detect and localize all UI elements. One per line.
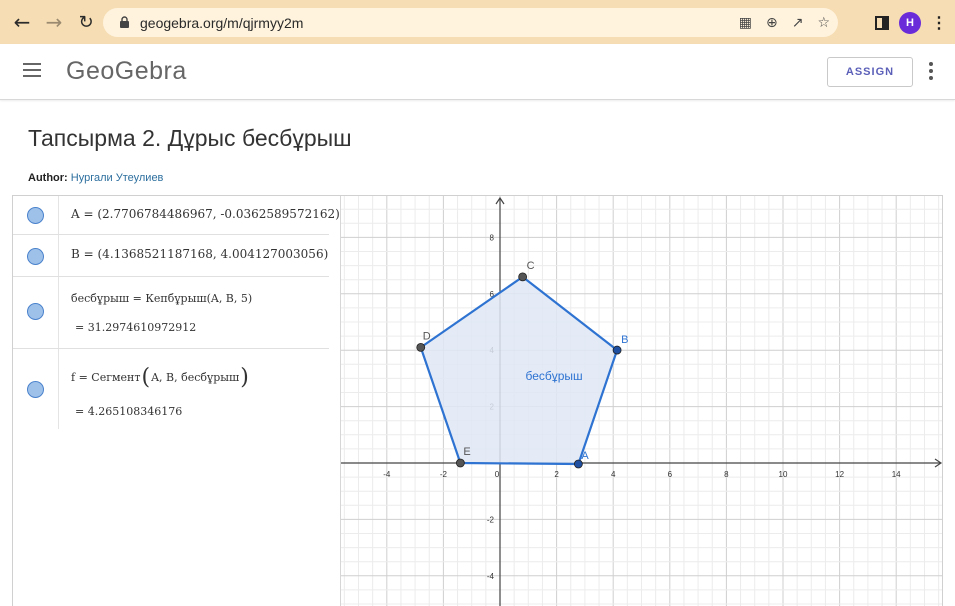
point-D: [416, 342, 426, 352]
definition-f[interactable]: f = Сегмент ( A, B, бесбұрыш ): [71, 365, 249, 390]
x-tick-label: -4: [383, 470, 391, 479]
algebra-row-b[interactable]: B = (4.1368521187168, 4.004127003056): [13, 235, 329, 277]
point-C: [518, 272, 528, 282]
coordinate-plane[interactable]: -4-2024681012148642-2-4бесбұрышABCDE: [341, 196, 943, 606]
browser-toolbar: ← → ↻ geogebra.org/m/qjrmyy2m ▦ ⊕ ↗ ☆ H …: [0, 0, 955, 44]
hamburger-menu-icon[interactable]: [23, 63, 41, 77]
visibility-toggle-icon[interactable]: [27, 248, 44, 265]
url-text[interactable]: geogebra.org/m/qjrmyy2m: [140, 15, 303, 31]
x-tick-label: 2: [554, 470, 559, 479]
profile-avatar[interactable]: H: [899, 11, 921, 34]
point-label-D: D: [423, 330, 431, 342]
x-tick-label: 6: [668, 470, 673, 479]
algebra-row-a[interactable]: A = (2.7706784486967, -0.0362589572162): [13, 196, 340, 235]
definition-polygon[interactable]: бесбұрыш = Кепбұрыш(A, B, 5): [71, 292, 252, 305]
visibility-toggle-icon[interactable]: [27, 207, 44, 224]
back-arrow-icon[interactable]: ←: [8, 8, 36, 36]
x-tick-label: 4: [611, 470, 616, 479]
x-tick-label: 0: [495, 470, 500, 479]
point-label-C: C: [527, 260, 535, 272]
algebra-row-polygon[interactable]: бесбұрыш = Кепбұрыш(A, B, 5) = 31.297461…: [13, 277, 329, 349]
translate-icon[interactable]: ▦: [739, 15, 752, 31]
value-f: = 4.265108346176: [75, 405, 183, 418]
forward-arrow-icon[interactable]: →: [40, 8, 68, 36]
visibility-toggle-icon[interactable]: [27, 303, 44, 320]
reload-icon[interactable]: ↻: [72, 8, 100, 36]
app-header: GeoGebra ASSIGN: [0, 44, 955, 100]
point-label-A: A: [581, 450, 589, 462]
x-tick-label: -2: [440, 470, 448, 479]
geogebra-logo[interactable]: GeoGebra: [66, 57, 187, 86]
author-line: Author: Нургали Утеулиев: [28, 172, 163, 184]
polygon-label: бесбұрыш: [525, 369, 582, 383]
share-icon[interactable]: ↗: [792, 15, 804, 31]
x-tick-label: 12: [835, 470, 844, 479]
x-tick-label: 10: [779, 470, 788, 479]
address-bar[interactable]: geogebra.org/m/qjrmyy2m ▦ ⊕ ↗ ☆: [103, 8, 838, 37]
definition-f-args: A, B, бесбұрыш: [151, 371, 240, 384]
definition-f-name: f = Сегмент: [71, 371, 141, 384]
definition-a[interactable]: A = (2.7706784486967, -0.0362589572162): [71, 207, 340, 221]
graphics-view[interactable]: -4-2024681012148642-2-4бесбұрышABCDE: [341, 196, 943, 606]
definition-b[interactable]: B = (4.1368521187168, 4.004127003056): [71, 247, 328, 261]
lock-icon: [117, 16, 131, 30]
y-tick-label: -4: [487, 572, 495, 581]
page-title: Тапсырма 2. Дұрыс бесбұрыш: [28, 125, 352, 151]
y-tick-label: 8: [490, 233, 495, 242]
algebra-row-f[interactable]: f = Сегмент ( A, B, бесбұрыш ) = 4.26510…: [13, 349, 329, 429]
algebra-view: A = (2.7706784486967, -0.0362589572162) …: [13, 196, 341, 606]
author-label: Author:: [28, 172, 68, 184]
browser-menu-icon[interactable]: ⋮: [931, 13, 947, 33]
value-polygon: = 31.2974610972912: [75, 321, 197, 334]
visibility-toggle-icon[interactable]: [27, 381, 44, 398]
point-B: [612, 345, 622, 355]
assign-button[interactable]: ASSIGN: [827, 57, 913, 87]
y-tick-label: -2: [487, 515, 495, 524]
zoom-icon[interactable]: ⊕: [766, 15, 778, 31]
geogebra-applet: A = (2.7706784486967, -0.0362589572162) …: [12, 195, 943, 606]
bookmark-star-icon[interactable]: ☆: [817, 15, 830, 31]
pentagon-polygon: [419, 275, 619, 466]
more-options-icon[interactable]: [926, 60, 936, 82]
author-link[interactable]: Нургали Утеулиев: [71, 172, 164, 184]
point-E: [455, 458, 465, 468]
x-tick-label: 8: [724, 470, 729, 479]
point-label-B: B: [621, 334, 628, 346]
x-tick-label: 14: [892, 470, 901, 479]
side-panel-icon[interactable]: [875, 15, 889, 30]
point-label-E: E: [463, 446, 470, 458]
